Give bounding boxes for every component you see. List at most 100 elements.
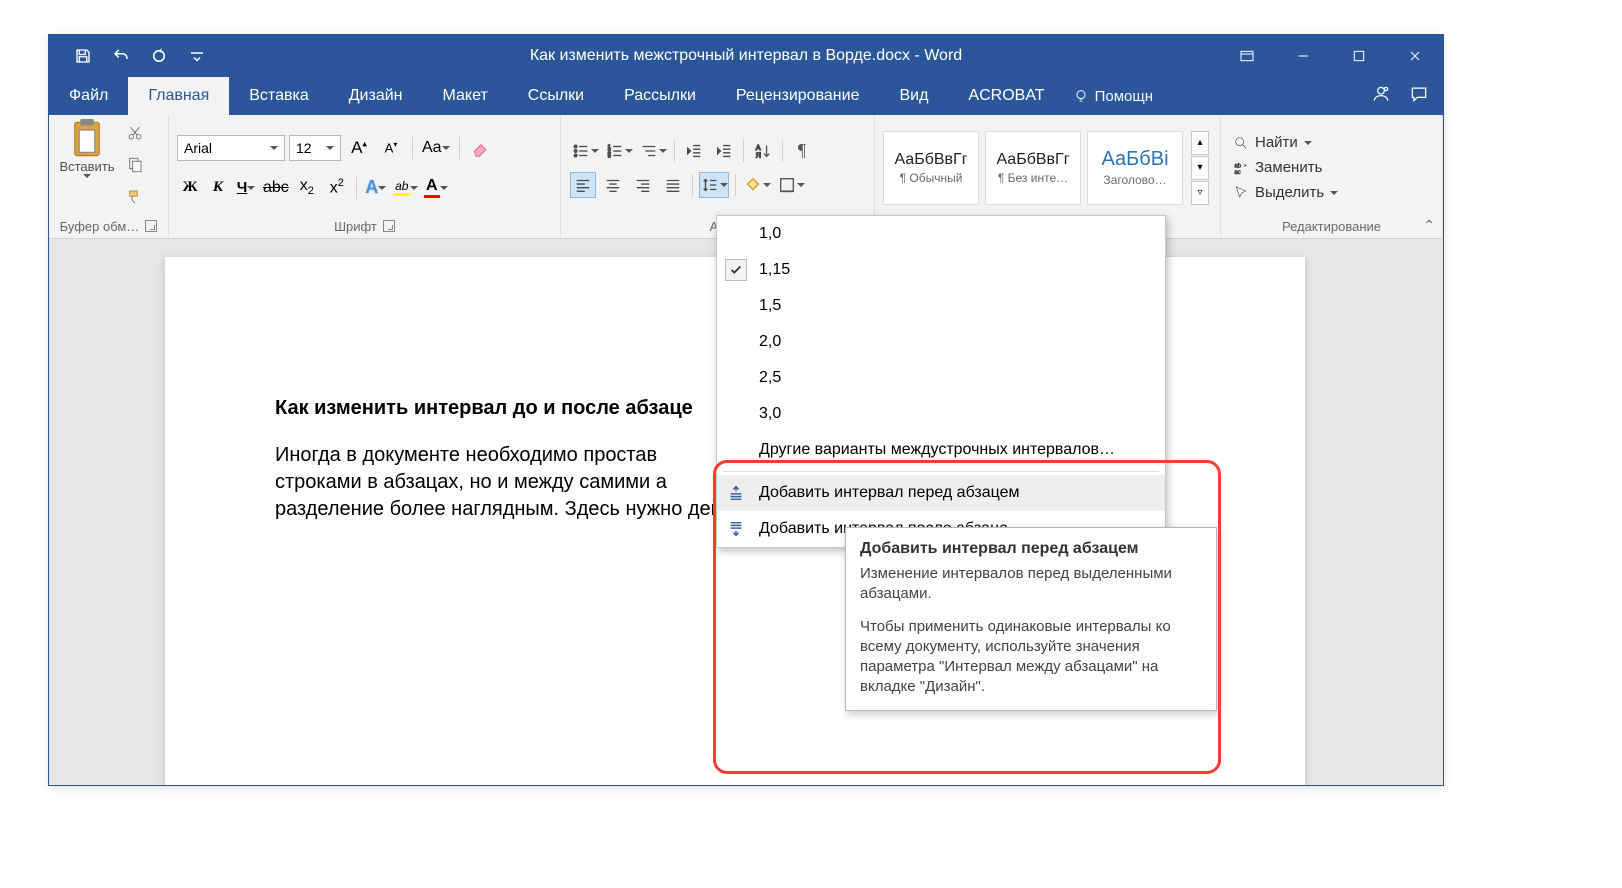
tooltip-text-1: Изменение интервалов перед выделенными а… (860, 564, 1202, 605)
linespacing-option-3.0[interactable]: 3,0 (717, 396, 1165, 432)
linespacing-option-1.0[interactable]: 1,0 (717, 216, 1165, 252)
tab-mailings[interactable]: Рассылки (604, 77, 716, 115)
numbering-button[interactable]: 123 (604, 138, 634, 164)
sort-button[interactable]: AЯ (750, 138, 776, 164)
close-button[interactable] (1387, 35, 1443, 77)
cursor-icon (1233, 185, 1249, 201)
styles-expand[interactable]: ▿ (1191, 181, 1209, 205)
cut-button[interactable] (122, 120, 148, 146)
increase-indent-button[interactable] (711, 138, 737, 164)
menu-separator (723, 471, 1159, 472)
align-right-button[interactable] (630, 172, 656, 198)
group-font: Arial 12 A▴ A▾ Aa Ж К (169, 115, 561, 238)
paste-button[interactable]: Вставить (57, 119, 117, 178)
clipboard-dialog-launcher[interactable] (145, 220, 157, 232)
undo-button[interactable] (105, 40, 137, 72)
line-spacing-button[interactable] (699, 172, 729, 198)
font-dialog-launcher[interactable] (383, 220, 395, 232)
superscript-button[interactable]: x2 (324, 175, 350, 201)
space-after-icon (725, 520, 747, 538)
text-effects-button[interactable]: A (363, 175, 389, 201)
shrink-font-button[interactable]: A▾ (378, 135, 404, 161)
linespacing-more-options[interactable]: Другие варианты междустрочных интервалов… (717, 432, 1165, 468)
share-button[interactable] (1371, 84, 1391, 109)
title-bar: Как изменить межстрочный интервал в Ворд… (49, 35, 1443, 77)
tab-review[interactable]: Рецензирование (716, 77, 880, 115)
add-space-before-paragraph[interactable]: Добавить интервал перед абзацем (717, 475, 1165, 511)
chevron-down-icon (1304, 141, 1312, 145)
font-color-button[interactable]: A (423, 175, 449, 201)
align-left-button[interactable] (570, 172, 596, 198)
grow-font-button[interactable]: A▴ (346, 135, 372, 161)
font-size-select[interactable]: 12 (289, 135, 341, 161)
tab-design[interactable]: Дизайн (329, 77, 423, 115)
clear-formatting-button[interactable] (468, 135, 494, 161)
window-title: Как изменить межстрочный интервал в Ворд… (530, 47, 962, 65)
comment-icon (1409, 84, 1429, 104)
linespacing-option-2.5[interactable]: 2,5 (717, 360, 1165, 396)
styles-scroll-down[interactable]: ▾ (1191, 156, 1209, 180)
subscript-button[interactable]: x2 (294, 175, 320, 201)
ribbon-display-button[interactable] (1219, 35, 1275, 77)
chevron-down-icon (1330, 191, 1338, 195)
tab-view[interactable]: Вид (879, 77, 948, 115)
tab-layout[interactable]: Макет (423, 77, 508, 115)
copy-button[interactable] (122, 152, 148, 178)
justify-button[interactable] (660, 172, 686, 198)
highlight-button[interactable]: ab (393, 175, 419, 201)
tab-file[interactable]: Файл (49, 77, 128, 115)
shading-button[interactable] (742, 172, 772, 198)
style-heading1[interactable]: АаБбВі Заголово… (1087, 131, 1183, 205)
decrease-indent-button[interactable] (681, 138, 707, 164)
tab-insert[interactable]: Вставка (229, 77, 328, 115)
change-case-button[interactable]: Aa (421, 135, 451, 161)
tell-me-search[interactable]: Помощн (1073, 77, 1153, 115)
format-painter-button[interactable] (122, 184, 148, 210)
tab-home[interactable]: Главная (128, 77, 229, 115)
underline-button[interactable]: Ч (234, 175, 258, 201)
strikethrough-button[interactable]: abc (262, 175, 290, 201)
chevron-down-icon (326, 146, 334, 150)
style-normal[interactable]: АаБбВвГг ¶ Обычный (883, 131, 979, 205)
minimize-icon (1295, 48, 1311, 64)
maximize-button[interactable] (1331, 35, 1387, 77)
svg-text:3: 3 (608, 153, 611, 159)
select-button[interactable]: Выделить (1229, 182, 1342, 203)
align-center-button[interactable] (600, 172, 626, 198)
minimize-button[interactable] (1275, 35, 1331, 77)
comments-button[interactable] (1409, 84, 1429, 109)
bullets-button[interactable] (570, 138, 600, 164)
tab-acrobat[interactable]: ACROBAT (948, 77, 1064, 115)
format-painter-icon (126, 188, 144, 206)
tab-references[interactable]: Ссылки (508, 77, 604, 115)
paste-label: Вставить (59, 159, 114, 174)
word-window: Как изменить межстрочный интервал в Ворд… (48, 34, 1444, 786)
qat-customize-button[interactable] (181, 40, 213, 72)
line-spacing-menu: 1,0 1,15 1,5 2,0 2,5 3,0 Другие варианты… (716, 215, 1166, 548)
group-editing: Найти abac Заменить Выделить Редактиров (1221, 115, 1443, 238)
lightbulb-icon (1073, 88, 1089, 104)
show-marks-button[interactable]: ¶ (789, 138, 815, 164)
redo-button[interactable] (143, 40, 175, 72)
find-button[interactable]: Найти (1229, 132, 1342, 153)
close-icon (1407, 48, 1423, 64)
linespacing-option-1.5[interactable]: 1,5 (717, 288, 1165, 324)
bold-button[interactable]: Ж (178, 175, 202, 201)
styles-scroll-up[interactable]: ▴ (1191, 131, 1209, 155)
linespacing-option-1.15[interactable]: 1,15 (717, 252, 1165, 288)
chevron-down-icon (270, 146, 278, 150)
replace-button[interactable]: abac Заменить (1229, 157, 1342, 178)
save-button[interactable] (67, 40, 99, 72)
multilevel-list-button[interactable] (638, 138, 668, 164)
check-icon (729, 263, 743, 277)
font-name-select[interactable]: Arial (177, 135, 285, 161)
italic-button[interactable]: К (206, 175, 230, 201)
undo-icon (112, 47, 130, 65)
paste-icon (69, 119, 105, 159)
linespacing-option-2.0[interactable]: 2,0 (717, 324, 1165, 360)
collapse-ribbon-button[interactable]: ⌃ (1423, 217, 1435, 234)
group-clipboard-label: Буфер обм… (57, 216, 160, 236)
space-before-icon (725, 484, 747, 502)
style-no-spacing[interactable]: АаБбВвГг ¶ Без инте… (985, 131, 1081, 205)
borders-button[interactable] (776, 172, 806, 198)
